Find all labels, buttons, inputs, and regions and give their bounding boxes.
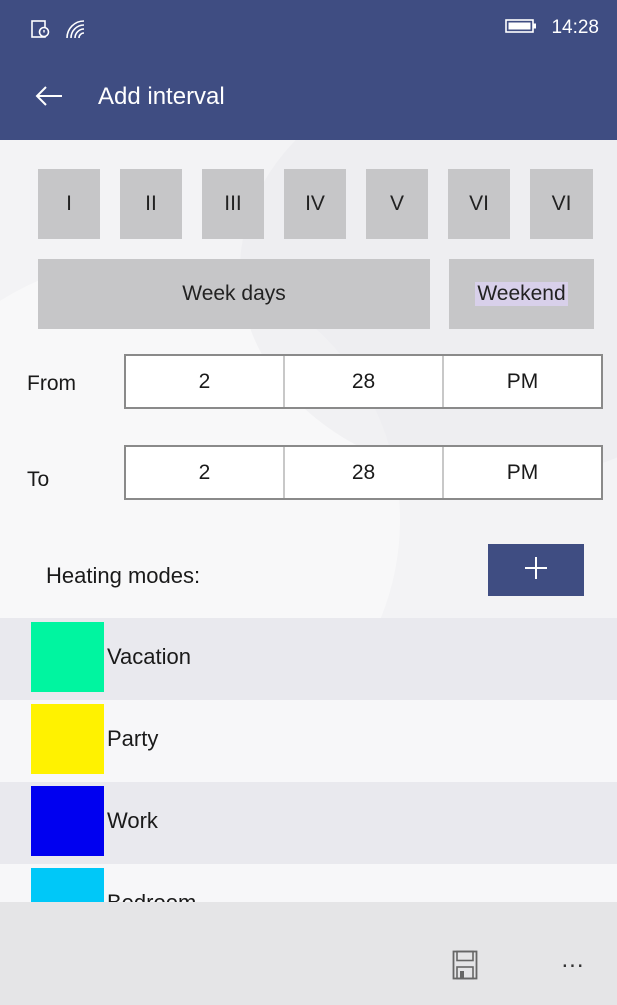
list-item[interactable]: Bedroom: [0, 864, 617, 902]
wifi-icon: [64, 18, 88, 45]
day-button-7[interactable]: VI: [530, 169, 593, 239]
weekdays-button[interactable]: Week days: [38, 259, 430, 329]
list-item[interactable]: Party: [0, 700, 617, 782]
mode-name: Vacation: [107, 644, 191, 669]
to-hour[interactable]: 2: [126, 447, 285, 498]
add-mode-button[interactable]: [488, 544, 584, 596]
from-minute[interactable]: 28: [285, 356, 444, 407]
battery-icon: [505, 17, 537, 39]
from-label: From: [27, 372, 76, 395]
main-content: I II III IV V VI VI Week days Weekend Fr…: [0, 140, 617, 902]
save-icon: [452, 950, 478, 985]
notification-icon: [30, 19, 52, 44]
page-title: Add interval: [98, 83, 225, 110]
from-ampm[interactable]: PM: [444, 356, 601, 407]
mode-color-swatch: [31, 704, 104, 774]
app-bar: ...: [0, 902, 617, 1005]
heating-modes-label: Heating modes:: [46, 563, 201, 588]
to-time-picker[interactable]: 2 28 PM: [124, 445, 603, 500]
mode-name: Work: [107, 808, 158, 833]
to-minute[interactable]: 28: [285, 447, 444, 498]
heating-mode-list: Vacation Party Work Bedroom: [0, 618, 617, 902]
mode-color-swatch: [31, 786, 104, 856]
day-button-6[interactable]: VI: [448, 169, 510, 239]
day-button-2[interactable]: II: [120, 169, 182, 239]
day-button-5[interactable]: V: [366, 169, 428, 239]
list-item[interactable]: Work: [0, 782, 617, 864]
back-arrow-icon: [34, 85, 64, 112]
save-button[interactable]: [445, 947, 485, 987]
mode-name: Bedroom: [107, 890, 196, 902]
day-button-3[interactable]: III: [202, 169, 264, 239]
status-time: 14:28: [551, 17, 599, 38]
mode-color-swatch: [31, 622, 104, 692]
plus-icon: [522, 554, 550, 587]
title-bar: Add interval: [0, 56, 617, 140]
status-icons-left: [30, 18, 88, 45]
status-bar: 14:28: [0, 0, 617, 56]
back-button[interactable]: [34, 80, 74, 116]
day-button-1[interactable]: I: [38, 169, 100, 239]
mode-name: Party: [107, 726, 159, 751]
from-hour[interactable]: 2: [126, 356, 285, 407]
weekend-button[interactable]: Weekend: [449, 259, 594, 329]
list-item[interactable]: Vacation: [0, 618, 617, 700]
more-options-button[interactable]: ...: [553, 946, 593, 986]
to-ampm[interactable]: PM: [444, 447, 601, 498]
day-button-4[interactable]: IV: [284, 169, 346, 239]
status-icons-right: 14:28: [505, 17, 599, 39]
weekend-label: Weekend: [475, 282, 568, 306]
mode-color-swatch: [31, 868, 104, 902]
to-label: To: [27, 468, 50, 491]
from-time-picker[interactable]: 2 28 PM: [124, 354, 603, 409]
